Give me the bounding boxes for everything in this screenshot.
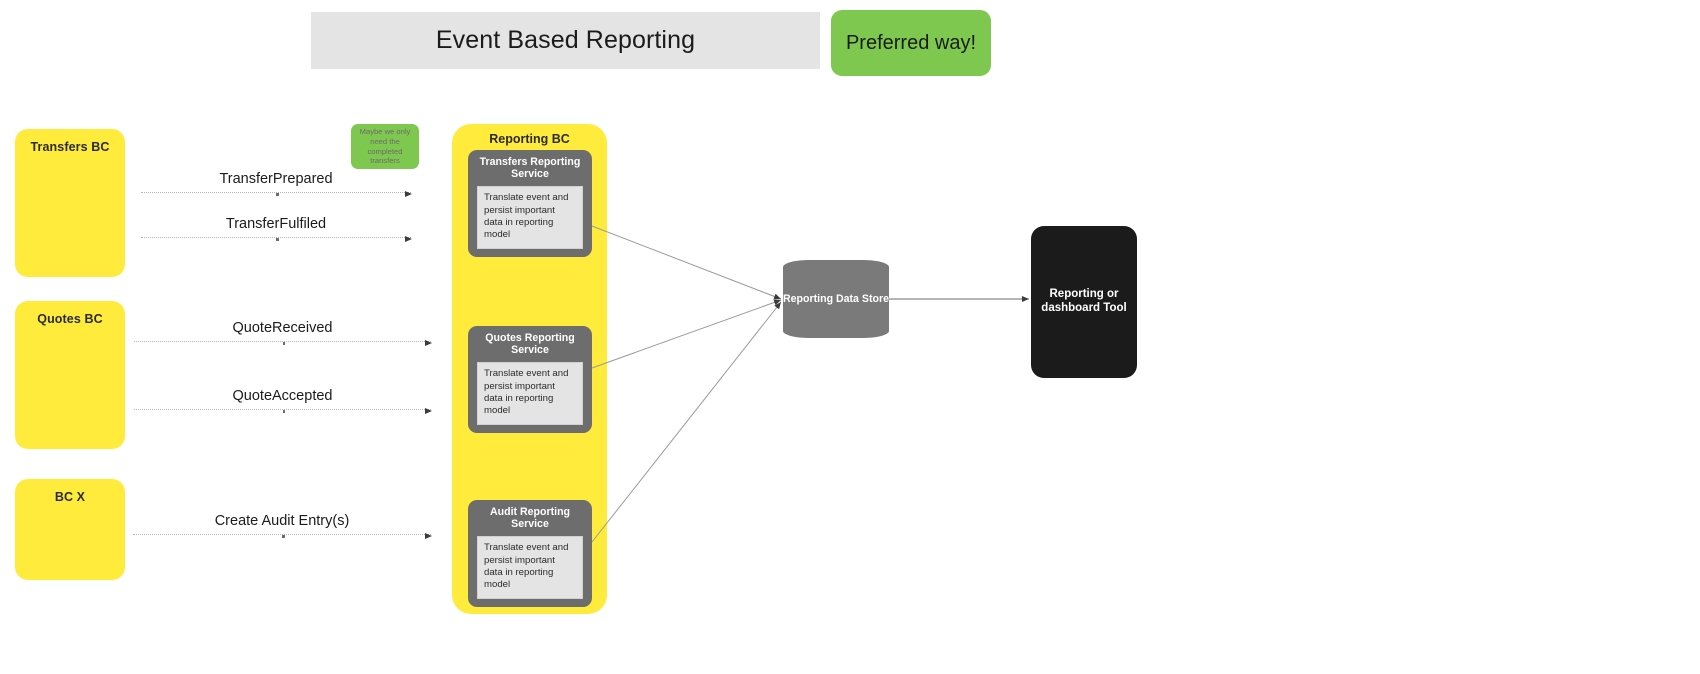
sticky-note-completed-transfers: Maybe we only need the completed transfe…	[351, 124, 419, 169]
bounded-context-reporting-label: Reporting BC	[489, 132, 570, 146]
service-quotes-reporting-title: Quotes Reporting Service	[485, 332, 575, 356]
event-flow-transfer-fulfiled: TransferFulfiled	[141, 211, 412, 242]
flow-midpoint-marker	[282, 409, 285, 413]
page-title: Event Based Reporting	[435, 26, 696, 54]
event-flow-quote-received: QuoteReceived	[134, 315, 432, 346]
event-label-transfer-fulfiled: TransferFulfiled	[225, 216, 327, 232]
flow-midpoint-marker	[276, 237, 279, 241]
connector-quotes-to-store	[591, 299, 782, 369]
reporting-data-store: Reporting Data Store	[783, 260, 889, 338]
service-audit-reporting-title: Audit Reporting Service	[489, 506, 571, 530]
event-label-transfer-prepared: TransferPrepared	[219, 171, 333, 187]
arrow-head-icon	[425, 339, 432, 346]
connector-transfers-to-store	[591, 225, 782, 300]
bounded-context-transfers-label: Transfers BC	[30, 140, 110, 154]
reporting-data-store-label: Reporting Data Store	[783, 292, 889, 305]
bounded-context-transfers: Transfers BC	[15, 129, 125, 277]
arrow-head-icon	[425, 407, 432, 414]
event-label-create-audit-entry: Create Audit Entry(s)	[214, 513, 350, 529]
reporting-dashboard-tool-label: Reporting or dashboard Tool	[1041, 288, 1127, 314]
reporting-data-store-text-wrap: Reporting Data Store	[783, 260, 889, 338]
flow-midpoint-marker	[282, 341, 285, 345]
bounded-context-quotes: Quotes BC	[15, 301, 125, 449]
service-audit-reporting-body-box: Translate event and persist important da…	[477, 536, 583, 599]
service-quotes-reporting-body-box: Translate event and persist important da…	[477, 362, 583, 425]
reporting-dashboard-tool: Reporting or dashboard Tool	[1031, 226, 1137, 378]
event-label-quote-accepted: QuoteAccepted	[232, 388, 333, 404]
flow-midpoint-marker	[282, 534, 285, 538]
title-banner: Event Based Reporting	[311, 12, 820, 69]
preferred-way-badge: Preferred way!	[831, 10, 991, 76]
event-flow-transfer-prepared: TransferPrepared	[141, 166, 412, 197]
service-audit-reporting: Audit Reporting Service Translate event …	[468, 500, 592, 607]
event-flow-create-audit-entry: Create Audit Entry(s)	[133, 508, 432, 539]
arrow-head-icon	[425, 532, 432, 539]
event-label-quote-received: QuoteReceived	[232, 320, 333, 336]
arrow-head-icon	[405, 190, 412, 197]
bounded-context-x: BC X	[15, 479, 125, 580]
connector-audit-to-store	[591, 301, 782, 543]
arrow-head-icon	[405, 235, 412, 242]
service-transfers-reporting-body-box: Translate event and persist important da…	[477, 186, 583, 249]
preferred-way-label: Preferred way!	[845, 31, 977, 54]
bounded-context-quotes-label: Quotes BC	[37, 312, 103, 326]
service-transfers-reporting: Transfers Reporting Service Translate ev…	[468, 150, 592, 257]
service-quotes-reporting-body: Translate event and persist important da…	[484, 368, 569, 417]
service-transfers-reporting-body: Translate event and persist important da…	[484, 192, 569, 241]
diagram-canvas: Event Based Reporting Preferred way! Tra…	[0, 0, 1700, 674]
service-quotes-reporting: Quotes Reporting Service Translate event…	[468, 326, 592, 433]
service-transfers-reporting-title: Transfers Reporting Service	[479, 156, 581, 180]
bounded-context-reporting: Reporting BC Transfers Reporting Service…	[452, 124, 607, 614]
flow-midpoint-marker	[276, 192, 279, 196]
bounded-context-x-label: BC X	[54, 490, 86, 504]
sticky-note-text: Maybe we only need the completed transfe…	[359, 127, 411, 166]
service-audit-reporting-body: Translate event and persist important da…	[484, 542, 569, 591]
event-flow-quote-accepted: QuoteAccepted	[134, 383, 432, 414]
